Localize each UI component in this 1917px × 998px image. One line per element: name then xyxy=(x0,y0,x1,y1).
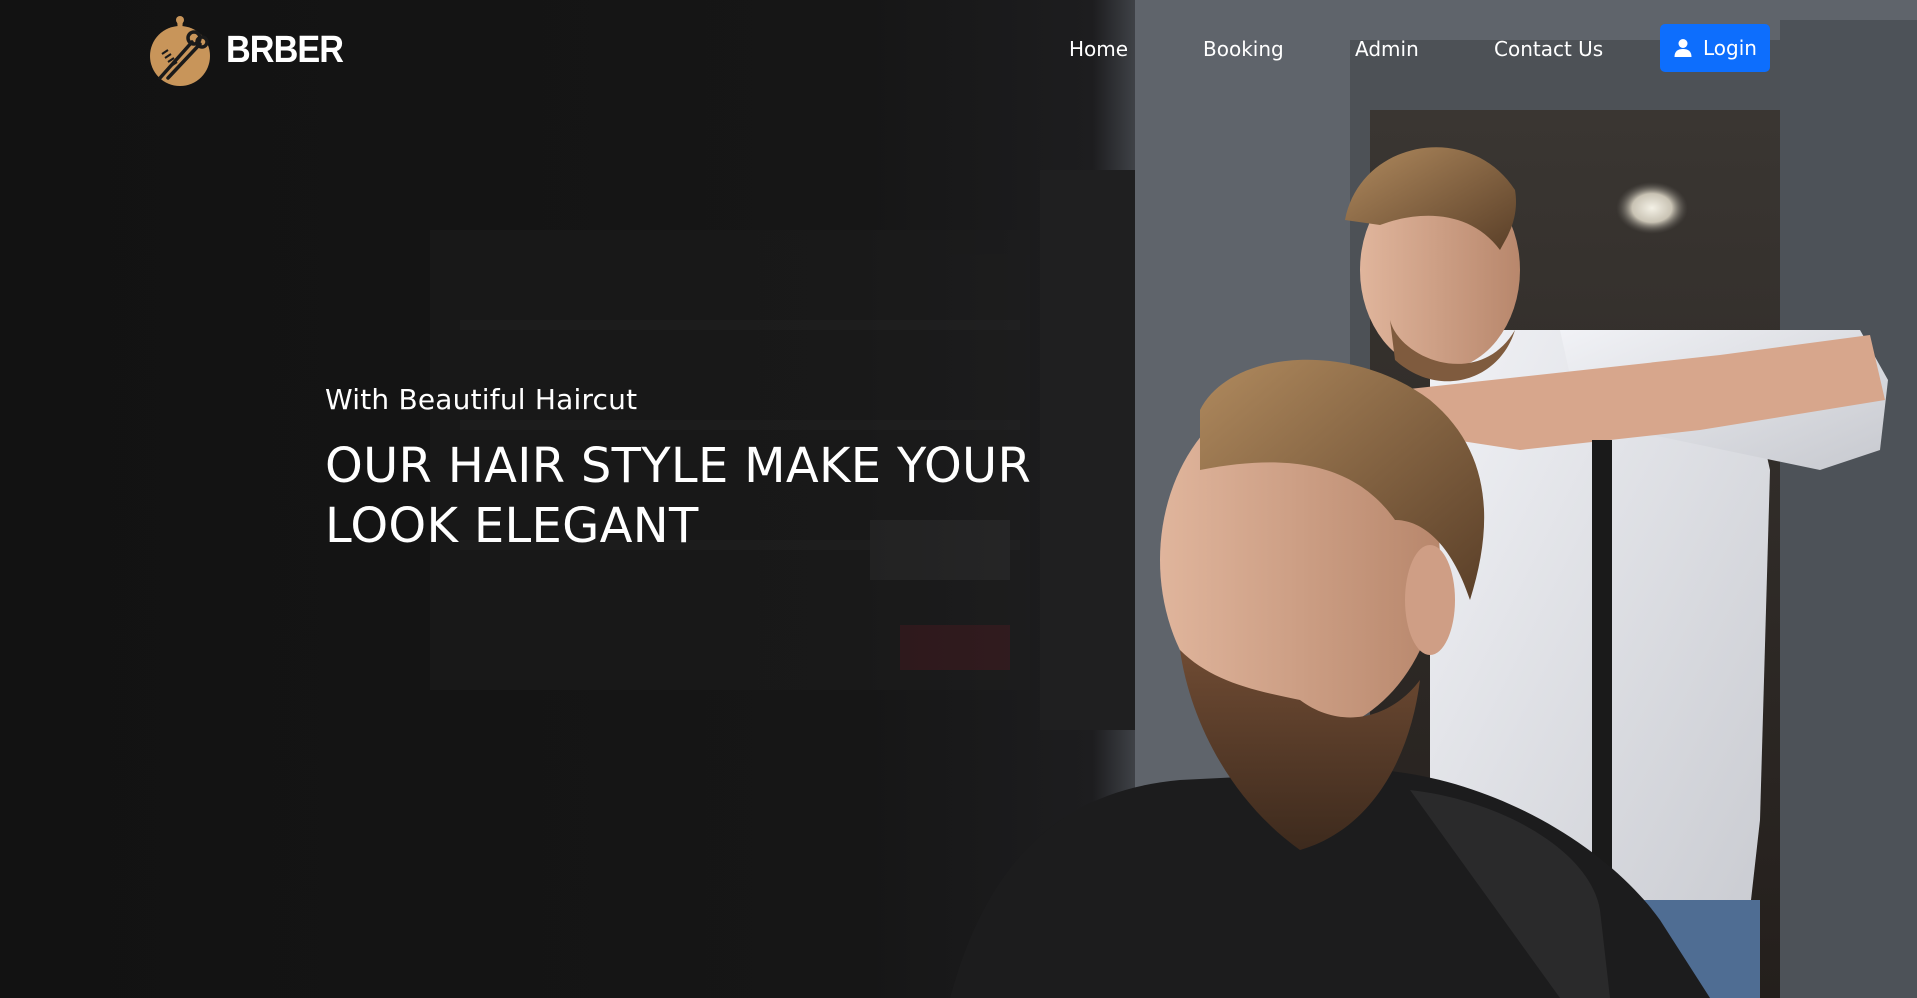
hero-text-block: With Beautiful Haircut OUR HAIR STYLE MA… xyxy=(325,383,1045,556)
nav-link-booking[interactable]: Booking xyxy=(1203,37,1284,61)
nav-link-home[interactable]: Home xyxy=(1069,37,1128,61)
brand-logo-link[interactable]: BRBER xyxy=(148,12,356,88)
user-icon xyxy=(1674,39,1692,57)
hero-subtitle: With Beautiful Haircut xyxy=(325,383,638,416)
hero-title: OUR HAIR STYLE MAKE YOUR LOOK ELEGANT xyxy=(325,438,1032,554)
brand-name: BRBER xyxy=(226,28,344,71)
nav-link-contact-us[interactable]: Contact Us xyxy=(1494,37,1603,61)
top-navbar: BRBER Home Booking Admin Contact Us Logi… xyxy=(0,0,1917,100)
hero-section: BRBER Home Booking Admin Contact Us Logi… xyxy=(0,0,1917,998)
login-button-label: Login xyxy=(1703,36,1757,60)
login-button[interactable]: Login xyxy=(1660,24,1770,72)
nav-link-admin[interactable]: Admin xyxy=(1355,37,1419,61)
scissors-comb-icon xyxy=(150,16,210,86)
